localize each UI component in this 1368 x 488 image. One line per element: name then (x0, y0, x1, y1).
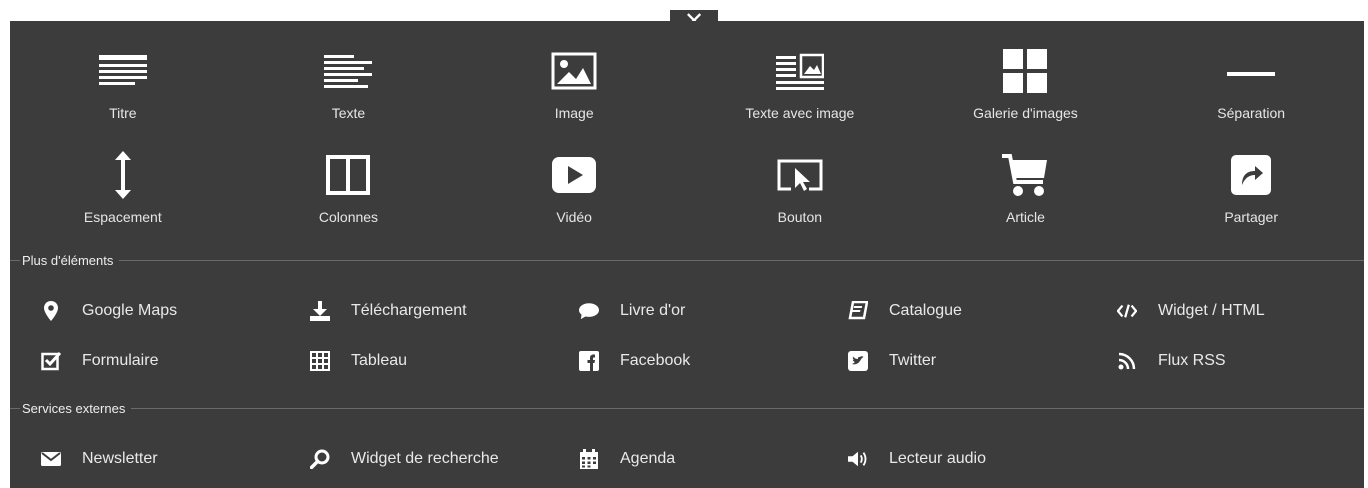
element-label: Galerie d'images (973, 105, 1078, 121)
calendar-icon (579, 449, 599, 469)
item-label: Lecteur audio (889, 450, 986, 467)
table-icon (310, 351, 330, 371)
catalog-icon (848, 301, 868, 321)
rss-icon (1117, 351, 1137, 371)
element-title[interactable]: Titre (10, 47, 236, 151)
share-icon (1225, 151, 1277, 199)
video-icon (548, 151, 600, 199)
map-marker-icon (41, 301, 61, 321)
section-title-text: Services externes (22, 400, 126, 416)
download-icon (310, 301, 330, 321)
section-title-text: Plus d'éléments (22, 252, 114, 268)
search-icon (310, 449, 330, 469)
element-label: Séparation (1217, 105, 1286, 121)
element-label: Partager (1224, 209, 1279, 225)
element-text[interactable]: Texte (236, 47, 462, 151)
more-elements-row-1: Google Maps Téléchargement Livre d'or Ca… (10, 299, 1364, 323)
item-label: Tableau (351, 352, 408, 369)
item-newsletter[interactable]: Newsletter (41, 447, 310, 471)
columns-icon (322, 151, 374, 199)
element-gallery[interactable]: Galerie d'images (913, 47, 1139, 151)
item-agenda[interactable]: Agenda (579, 447, 848, 471)
item-rss[interactable]: Flux RSS (1117, 349, 1368, 373)
section-external-services-title: Services externes (10, 398, 1364, 418)
element-article[interactable]: Article (913, 151, 1139, 255)
volume-icon (848, 449, 868, 469)
element-label: Article (1006, 209, 1045, 225)
comment-icon (579, 301, 599, 321)
gallery-icon (999, 47, 1051, 95)
cart-icon (999, 151, 1051, 199)
item-widget-html[interactable]: Widget / HTML (1117, 299, 1368, 323)
item-label: Twitter (889, 352, 937, 369)
element-spacing[interactable]: Espacement (10, 151, 236, 255)
text-icon (322, 47, 374, 95)
element-label: Titre (109, 105, 137, 121)
more-elements-row-2: Formulaire Tableau Facebook Twitter Flux… (10, 349, 1364, 373)
element-label: Texte (331, 105, 366, 121)
element-button[interactable]: Bouton (687, 151, 913, 255)
element-image[interactable]: Image (461, 47, 687, 151)
item-label: Google Maps (82, 302, 178, 319)
element-text-with-image[interactable]: Texte avec image (687, 47, 913, 151)
item-table[interactable]: Tableau (310, 349, 579, 373)
element-label: Colonnes (318, 209, 379, 225)
separator-icon (1225, 47, 1277, 95)
element-picker-panel: Titre Texte Image Texte avec image Galer… (10, 21, 1364, 488)
item-audio-player[interactable]: Lecteur audio (848, 447, 1117, 471)
element-share[interactable]: Partager (1138, 151, 1364, 255)
image-icon (548, 47, 600, 95)
item-google-maps[interactable]: Google Maps (41, 299, 310, 323)
element-video[interactable]: Vidéo (461, 151, 687, 255)
envelope-icon (41, 449, 61, 469)
text-with-image-icon (774, 47, 826, 95)
element-label: Image (554, 105, 594, 121)
item-label: Téléchargement (351, 302, 467, 319)
item-catalog[interactable]: Catalogue (848, 299, 1117, 323)
item-guestbook[interactable]: Livre d'or (579, 299, 848, 323)
element-label: Vidéo (556, 209, 592, 225)
section-more-elements-title: Plus d'éléments (10, 250, 1364, 270)
item-label: Newsletter (82, 450, 158, 467)
element-columns[interactable]: Colonnes (236, 151, 462, 255)
item-label: Formulaire (82, 352, 159, 369)
code-icon (1117, 301, 1137, 321)
item-label: Widget / HTML (1158, 302, 1265, 319)
item-label: Widget de recherche (351, 450, 499, 467)
item-form[interactable]: Formulaire (41, 349, 310, 373)
item-label: Flux RSS (1158, 352, 1226, 369)
facebook-icon (579, 351, 599, 371)
element-label: Texte avec image (745, 105, 855, 121)
button-icon (774, 151, 826, 199)
main-elements-grid: Titre Texte Image Texte avec image Galer… (10, 47, 1364, 255)
item-label: Agenda (620, 450, 676, 467)
item-download[interactable]: Téléchargement (310, 299, 579, 323)
twitter-icon (848, 351, 868, 371)
item-label: Facebook (620, 352, 691, 369)
item-label: Catalogue (889, 302, 962, 319)
form-checkbox-icon (41, 351, 61, 371)
item-facebook[interactable]: Facebook (579, 349, 848, 373)
item-label: Livre d'or (620, 302, 686, 319)
element-separator[interactable]: Séparation (1138, 47, 1364, 151)
external-services-row: Newsletter Widget de recherche Agenda Le… (10, 447, 1364, 471)
title-icon (97, 47, 149, 95)
item-search-widget[interactable]: Widget de recherche (310, 447, 579, 471)
item-twitter[interactable]: Twitter (848, 349, 1117, 373)
spacing-icon (97, 151, 149, 199)
element-label: Espacement (83, 209, 162, 225)
element-label: Bouton (777, 209, 823, 225)
